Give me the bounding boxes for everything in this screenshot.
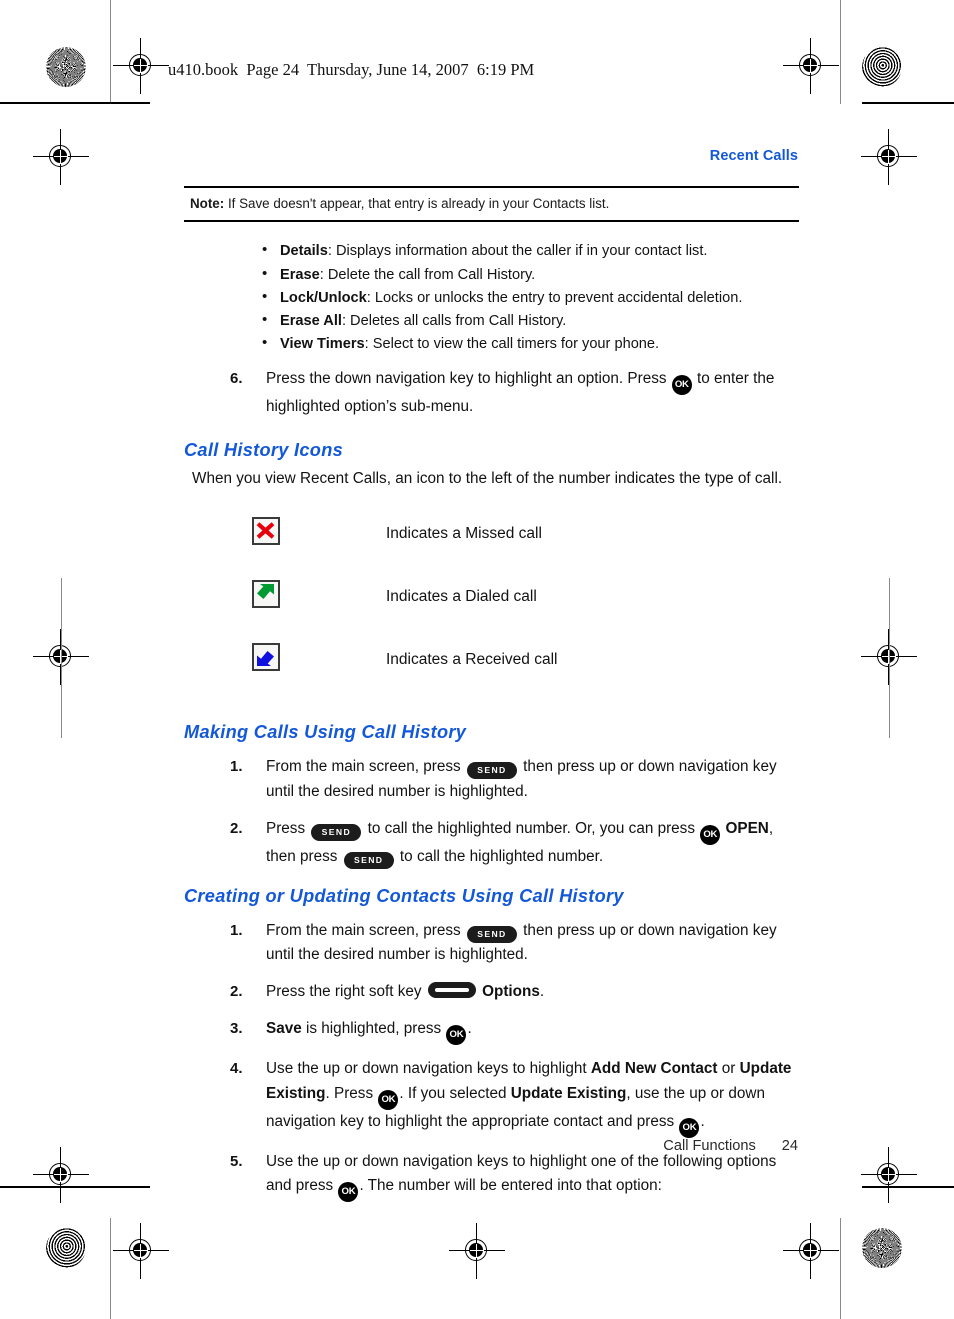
options-label: Options bbox=[477, 983, 540, 1001]
missed-call-icon bbox=[252, 517, 280, 546]
step-number: 3. bbox=[230, 1019, 243, 1037]
step-number: 6. bbox=[230, 370, 243, 388]
step-text: Press bbox=[266, 819, 310, 837]
step-text: or bbox=[717, 1059, 740, 1077]
step-text: . If you selected bbox=[399, 1084, 511, 1102]
ok-key-icon: OK bbox=[378, 1089, 399, 1110]
call-options-list: Details: Displays information about the … bbox=[184, 239, 799, 355]
ok-key-icon: OK bbox=[338, 1182, 359, 1203]
icon-label: Indicates a Dialed call bbox=[386, 587, 537, 605]
option-desc: : Deletes all calls from Call History. bbox=[341, 312, 567, 329]
step-number: 5. bbox=[230, 1152, 243, 1170]
step-text: Press the right soft key bbox=[266, 983, 426, 1001]
list-item: Erase All: Deletes all calls from Call H… bbox=[184, 309, 799, 332]
creating-contacts-steps: 1. From the main screen, press SEND then … bbox=[184, 919, 799, 1203]
page-content: Note: If Save doesn't appear, that entry… bbox=[184, 186, 799, 1203]
step-text: is highlighted, press bbox=[301, 1019, 446, 1037]
step-text: . bbox=[467, 1019, 472, 1037]
note-text: If Save doesn't appear, that entry is al… bbox=[224, 196, 610, 212]
step-text: . bbox=[539, 983, 545, 1001]
section-heading-creating-updating-contacts: Creating or Updating Contacts Using Call… bbox=[184, 885, 624, 906]
list-item: Erase: Delete the call from Call History… bbox=[184, 263, 799, 286]
icon-label: Indicates a Received call bbox=[386, 650, 558, 668]
option-desc: : Select to view the call timers for you… bbox=[364, 336, 660, 353]
open-label: OPEN bbox=[721, 819, 769, 837]
step-text: to call the highlighted number. bbox=[395, 847, 604, 865]
step-text: Press the down navigation key to highlig… bbox=[266, 370, 671, 388]
step-text: From the main screen, press bbox=[266, 921, 465, 939]
list-item: 6. Press the down navigation key to highl… bbox=[184, 367, 799, 420]
send-key-icon: SEND bbox=[311, 823, 362, 841]
list-item: 5. Use the up or down navigation keys to … bbox=[184, 1150, 799, 1203]
table-row: Indicates a Received call bbox=[184, 643, 557, 706]
call-history-icon-legend: Indicates a Missed call Indicates a Dial… bbox=[184, 517, 557, 706]
list-item: Details: Displays information about the … bbox=[184, 239, 799, 262]
list-item: Lock/Unlock: Locks or unlocks the entry … bbox=[184, 286, 799, 309]
table-row: Indicates a Dialed call bbox=[184, 580, 557, 643]
note-rule-bottom bbox=[184, 220, 799, 223]
running-head: Recent Calls bbox=[709, 148, 798, 164]
option-term: View Timers bbox=[280, 336, 365, 353]
list-item: 4. Use the up or down navigation keys to … bbox=[184, 1057, 799, 1138]
making-calls-steps: 1. From the main screen, press SEND then … bbox=[184, 755, 799, 869]
send-key-icon: SEND bbox=[466, 925, 517, 943]
step-number: 2. bbox=[230, 983, 243, 1001]
call-history-icons-intro: When you view Recent Calls, an icon to t… bbox=[192, 470, 783, 488]
add-new-contact-label: Add New Contact bbox=[590, 1059, 718, 1077]
step-text: Use the up or down navigation keys to hi… bbox=[266, 1059, 591, 1077]
step-number: 4. bbox=[230, 1059, 243, 1077]
step-text: . The number will be entered into that o… bbox=[359, 1177, 662, 1195]
note-callout: Note: If Save doesn't appear, that entry… bbox=[184, 188, 799, 220]
ok-key-icon: OK bbox=[446, 1024, 467, 1045]
step-text: From the main screen, press bbox=[266, 758, 465, 776]
received-call-icon bbox=[252, 643, 280, 672]
send-key-icon: SEND bbox=[466, 762, 517, 780]
page-footer: Call Functions 24 bbox=[663, 1138, 798, 1154]
step-text: . bbox=[700, 1112, 705, 1130]
section-heading-call-history-icons: Call History Icons bbox=[184, 440, 344, 461]
soft-key-icon bbox=[427, 982, 476, 999]
option-desc: : Delete the call from Call History. bbox=[319, 266, 536, 283]
option-term: Erase bbox=[280, 266, 320, 283]
list-item: 3. Save is highlighted, press OK. bbox=[184, 1017, 799, 1045]
step-number: 1. bbox=[230, 921, 243, 939]
list-item: View Timers: Select to view the call tim… bbox=[184, 332, 799, 355]
print-slugline: u410.book Page 24 Thursday, June 14, 200… bbox=[168, 60, 535, 79]
step-text: to call the highlighted number. Or, you … bbox=[363, 819, 700, 837]
ok-key-icon: OK bbox=[700, 824, 721, 845]
manual-page: u410.book Page 24 Thursday, June 14, 200… bbox=[0, 0, 954, 1319]
option-desc: : Locks or unlocks the entry to prevent … bbox=[366, 289, 743, 306]
note-label: Note: bbox=[190, 196, 225, 212]
icon-label: Indicates a Missed call bbox=[386, 524, 542, 542]
send-key-icon: SEND bbox=[343, 851, 394, 869]
save-label: Save bbox=[266, 1019, 302, 1037]
dialed-call-icon bbox=[252, 580, 280, 609]
option-desc: : Displays information about the caller … bbox=[327, 243, 708, 260]
update-existing-label: Update Existing bbox=[510, 1084, 627, 1102]
footer-page-number: 24 bbox=[781, 1138, 798, 1154]
option-term: Erase All bbox=[280, 312, 342, 329]
step-number: 1. bbox=[230, 758, 243, 776]
list-item: 1. From the main screen, press SEND then … bbox=[184, 755, 799, 805]
list-item: 1. From the main screen, press SEND then … bbox=[184, 919, 799, 969]
table-row: Indicates a Missed call bbox=[184, 517, 557, 580]
step-number: 2. bbox=[230, 819, 243, 837]
procedure-steps-continued: 6. Press the down navigation key to highl… bbox=[184, 367, 799, 420]
footer-chapter: Call Functions bbox=[663, 1138, 756, 1154]
option-term: Details bbox=[280, 243, 328, 260]
ok-key-icon: OK bbox=[679, 1117, 700, 1138]
ok-key-icon: OK bbox=[671, 375, 692, 396]
list-item: 2. Press the right soft key Options. bbox=[184, 980, 799, 1005]
list-item: 2. Press SEND to call the highlighted num… bbox=[184, 817, 799, 870]
option-term: Lock/Unlock bbox=[280, 289, 367, 306]
section-heading-making-calls: Making Calls Using Call History bbox=[184, 722, 467, 743]
step-text: . Press bbox=[325, 1084, 378, 1102]
